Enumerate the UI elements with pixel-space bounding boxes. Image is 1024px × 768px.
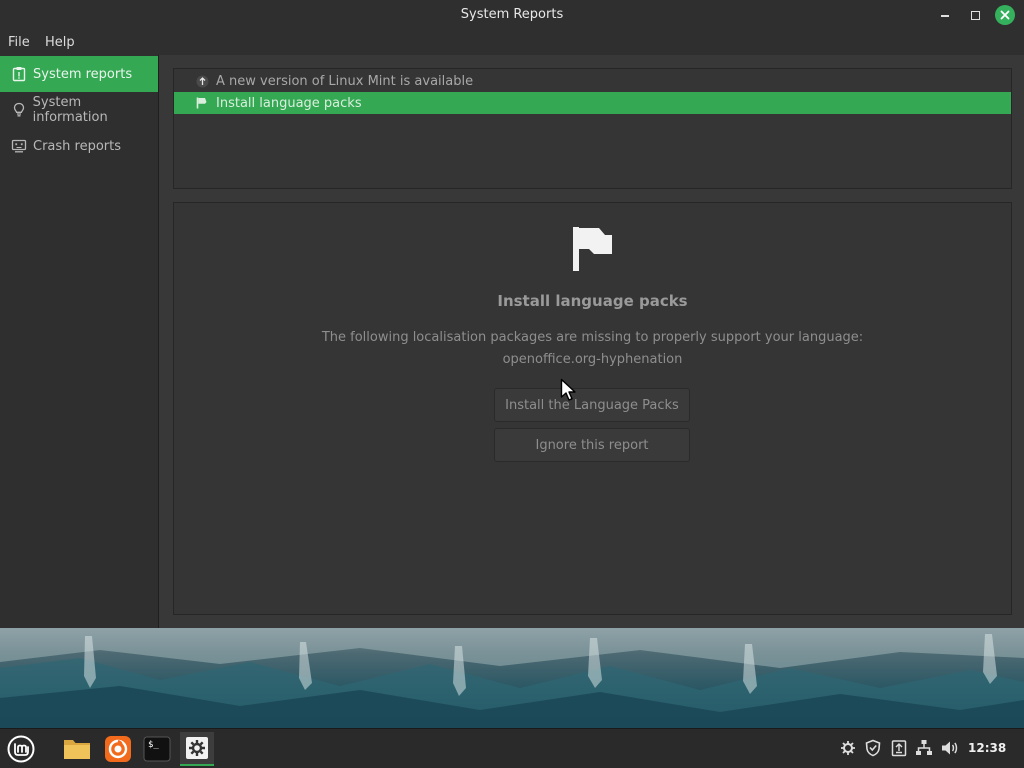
network-icon (916, 740, 932, 755)
report-row-label: A new version of Linux Mint is available (216, 73, 474, 89)
detail-description: The following localisation packages are … (321, 330, 864, 345)
sidebar-item-system-reports[interactable]: System reports (0, 56, 158, 92)
firefox-icon (105, 736, 131, 762)
clipboard-icon (891, 740, 907, 757)
menu-bar: File Help (0, 30, 1024, 55)
clipboard-alert-icon (10, 65, 28, 83)
sidebar-item-label: System information (32, 95, 108, 125)
missing-package-name: openoffice.org-hyphenation (502, 352, 683, 367)
minimize-button[interactable] (935, 5, 955, 25)
close-button[interactable] (995, 5, 1015, 25)
folder-icon (64, 740, 90, 759)
sidebar: System reports System information Crash … (0, 55, 159, 628)
terminal-icon: $_ (143, 736, 171, 762)
files-launcher[interactable] (60, 732, 94, 766)
crash-monitor-icon (10, 137, 28, 155)
sidebar-item-system-information[interactable]: System information (0, 92, 158, 128)
terminal-launcher[interactable]: $_ (140, 732, 174, 766)
update-manager-tray[interactable] (838, 738, 858, 758)
firefox-launcher[interactable] (101, 732, 135, 766)
mint-menu-button[interactable] (4, 732, 38, 766)
mouse-pointer-icon (560, 378, 576, 401)
network-tray[interactable] (914, 738, 934, 758)
main-content: A new version of Linux Mint is available… (160, 55, 1024, 628)
menu-help[interactable]: Help (45, 35, 75, 50)
menu-file[interactable]: File (8, 35, 30, 50)
report-row-label: Install language packs (216, 95, 362, 111)
maximize-icon (970, 10, 980, 20)
sidebar-item-label: Crash reports (33, 138, 122, 154)
ignore-report-button[interactable]: Ignore this report (494, 428, 690, 462)
sidebar-item-label: System reports (33, 66, 133, 82)
flag-icon (573, 227, 612, 271)
shield-icon (865, 739, 881, 757)
upgrade-arrow-icon (195, 74, 209, 88)
taskbar-panel: $_ 12:38 (0, 728, 1024, 768)
report-detail: Install language packs The following loc… (173, 202, 1012, 615)
report-row-install-language-packs[interactable]: Install language packs (174, 92, 1011, 114)
system-reports-taskbar-button[interactable] (180, 732, 214, 766)
system-reports-window: System Reports File Help System reports (0, 0, 1024, 628)
reports-list[interactable]: A new version of Linux Mint is available… (173, 68, 1012, 189)
flag-icon (195, 96, 209, 110)
volume-tray[interactable] (940, 738, 960, 758)
install-language-packs-button[interactable]: Install the Language Packs (494, 388, 690, 422)
wallpaper-image (0, 628, 1024, 728)
maximize-button[interactable] (965, 5, 985, 25)
panel-clock[interactable]: 12:38 (968, 741, 1006, 755)
title-bar[interactable]: System Reports (0, 0, 1024, 30)
sidebar-item-crash-reports[interactable]: Crash reports (0, 128, 158, 164)
volume-icon (942, 741, 958, 755)
update-manager-icon (841, 741, 855, 755)
svg-text:$_: $_ (148, 740, 159, 750)
report-row-new-version[interactable]: A new version of Linux Mint is available (174, 70, 1011, 92)
clipboard-tray[interactable] (889, 738, 909, 758)
window-title: System Reports (460, 7, 564, 22)
detail-title: Install language packs (497, 292, 688, 310)
shield-tray[interactable] (863, 738, 883, 758)
gear-icon (186, 737, 208, 759)
desktop-wallpaper (0, 628, 1024, 728)
lightbulb-icon (10, 101, 28, 119)
minimize-icon (941, 15, 949, 17)
mint-menu-icon (7, 735, 35, 763)
close-icon (1000, 10, 1010, 20)
